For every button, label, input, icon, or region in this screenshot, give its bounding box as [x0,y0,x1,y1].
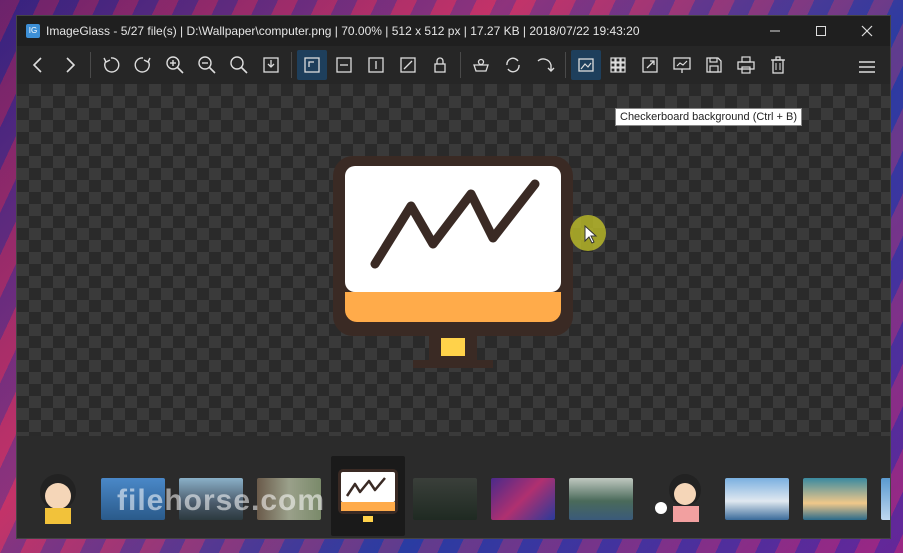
thumb-character-girl-image [655,474,701,522]
zoom-out-icon [198,56,216,74]
scale-to-height-icon [368,57,384,73]
rotate-right-button[interactable] [128,50,158,80]
thumbnail-item[interactable] [491,478,555,520]
hamburger-menu-icon [859,61,875,73]
thumbnail-item[interactable] [803,478,867,520]
fullscreen-button[interactable] [635,50,665,80]
scale-to-width-icon [336,57,352,73]
delete-button[interactable] [763,50,793,80]
print-icon [737,56,755,74]
zoom-fit-icon [230,56,248,74]
zoom-out-button[interactable] [192,50,222,80]
main-menu-button[interactable] [852,52,882,82]
maximize-icon [816,26,826,36]
arrow-cursor-icon [584,225,598,244]
rotate-left-button[interactable] [96,50,126,80]
minimize-button[interactable] [752,16,798,46]
auto-zoom-icon [400,57,416,73]
toolbar-separator [565,52,566,78]
auto-zoom-button[interactable] [393,50,423,80]
go-to-button[interactable] [530,50,560,80]
watermark: filehorse.com [117,484,326,517]
toolbar-separator [90,52,91,78]
refresh-icon [506,57,520,73]
scale-to-fit-button[interactable] [256,50,286,80]
toolbar-separator [291,52,292,78]
previous-icon [32,57,42,73]
thumbnail-bar-icon [610,57,626,73]
toolbar [17,46,890,84]
previous-button[interactable] [23,50,53,80]
zoom-in-button[interactable] [160,50,190,80]
scale-to-height-button[interactable] [361,50,391,80]
app-icon: IG [26,24,40,38]
delete-icon [771,56,785,74]
save-icon [706,57,722,73]
next-icon [66,57,76,73]
monitor-stand-light [441,338,465,356]
zoom-in-icon [166,56,184,74]
open-with-icon [473,58,489,72]
displayed-image [333,156,573,368]
slideshow-button[interactable] [667,50,697,80]
rotate-left-icon [103,57,120,73]
slideshow-icon [673,57,691,73]
thumbnail-bar: filehorse.com [17,438,890,538]
monitor-stand-foot [413,360,493,368]
scale-to-fit-icon [263,57,279,73]
monitor-base [345,292,561,322]
thumb-computer-image [338,469,398,522]
lock-zoom-button[interactable] [425,50,455,80]
window-controls [752,16,890,46]
open-with-button[interactable] [466,50,496,80]
print-button[interactable] [731,50,761,80]
thumbnail-item[interactable] [413,478,477,520]
close-icon [861,25,873,37]
thumbnail-item[interactable] [881,478,890,520]
close-button[interactable] [844,16,890,46]
tooltip: Checkerboard background (Ctrl + B) [615,108,802,126]
checkerboard-button[interactable] [571,50,601,80]
thumbnail-item[interactable] [27,468,89,524]
save-button[interactable] [699,50,729,80]
minimize-icon [770,30,780,32]
mouse-cursor [570,215,606,251]
scale-to-width-button[interactable] [329,50,359,80]
actual-size-button[interactable] [297,50,327,80]
lock-zoom-icon [434,57,446,73]
refresh-button[interactable] [498,50,528,80]
app-window: IG ImageGlass - 5/27 file(s) | D:\Wallpa… [16,15,891,539]
thumbnail-bar-button[interactable] [603,50,633,80]
window-title: ImageGlass - 5/27 file(s) | D:\Wallpaper… [46,24,640,38]
next-button[interactable] [55,50,85,80]
title-bar[interactable]: IG ImageGlass - 5/27 file(s) | D:\Wallpa… [17,16,890,46]
thumbnail-item-selected[interactable] [331,456,405,536]
maximize-button[interactable] [798,16,844,46]
thumbnail-item[interactable] [569,478,633,520]
rotate-right-icon [134,57,151,73]
checkerboard-icon [578,58,594,72]
thumbnail-item[interactable] [649,468,711,524]
fullscreen-icon [642,57,658,73]
toolbar-separator [460,52,461,78]
image-viewer[interactable] [17,84,890,436]
thumbnail-item[interactable] [725,478,789,520]
thumb-character-image [40,474,76,524]
zoom-fit-button[interactable] [224,50,254,80]
go-to-icon [537,58,555,72]
actual-size-icon [304,57,320,73]
